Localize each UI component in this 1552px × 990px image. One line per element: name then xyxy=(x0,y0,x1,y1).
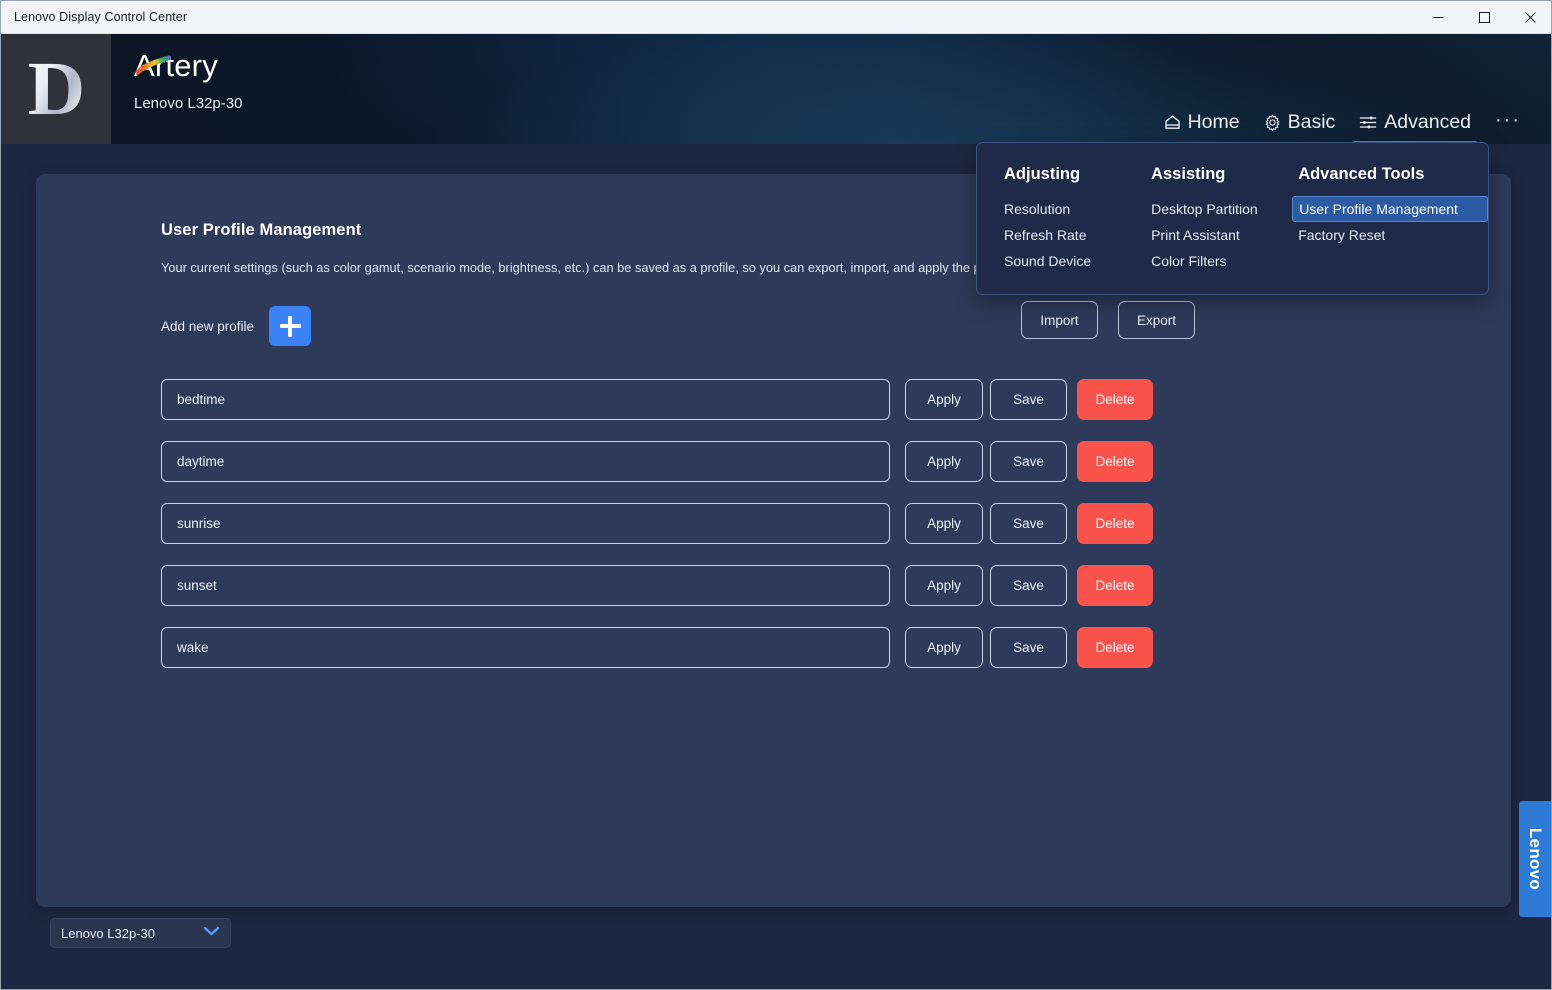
app-window: Lenovo Display Control Center D Artery L… xyxy=(0,0,1552,990)
profile-list: ApplySaveDeleteApplySaveDeleteApplySaveD… xyxy=(161,379,1153,668)
profile-row: ApplySaveDelete xyxy=(161,627,1153,668)
menu-item-color-filters[interactable]: Color Filters xyxy=(1145,248,1298,274)
menu-item-refresh-rate[interactable]: Refresh Rate xyxy=(998,222,1151,248)
nav-overflow-button[interactable]: ··· xyxy=(1483,104,1531,144)
menu-column-heading: Assisting xyxy=(1151,165,1226,183)
app-header: D Artery Lenovo L32p-30 Home xyxy=(1,34,1551,144)
nav-label-advanced: Advanced xyxy=(1384,111,1472,133)
top-navigation: Home Basic Advanced ··· xyxy=(1152,104,1531,144)
add-profile-label: Add new profile xyxy=(161,318,255,334)
save-button[interactable]: Save xyxy=(990,627,1067,668)
delete-button[interactable]: Delete xyxy=(1077,379,1153,420)
profile-name-input[interactable] xyxy=(161,565,890,606)
menu-column: Adjusting Resolution Refresh Rate Sound Dev… xyxy=(1004,165,1151,294)
window-title: Lenovo Display Control Center xyxy=(14,10,188,24)
save-button[interactable]: Save xyxy=(990,503,1067,544)
menu-column-heading: Adjusting xyxy=(1004,165,1081,183)
minimize-button[interactable] xyxy=(1415,1,1461,34)
nav-item-advanced[interactable]: Advanced xyxy=(1347,105,1483,144)
menu-column: Assisting Desktop Partition Print Assistan… xyxy=(1151,165,1298,294)
brand-rest: rtery xyxy=(154,48,218,83)
menu-item-print-assistant[interactable]: Print Assistant xyxy=(1145,222,1298,248)
delete-button[interactable]: Delete xyxy=(1077,565,1153,606)
profile-name-input[interactable] xyxy=(161,379,890,420)
nav-item-basic[interactable]: Basic xyxy=(1252,105,1348,144)
profile-row: ApplySaveDelete xyxy=(161,441,1153,482)
profile-row: ApplySaveDelete xyxy=(161,379,1153,420)
menu-item-sound-device[interactable]: Sound Device xyxy=(998,248,1151,274)
import-export-group: Import Export xyxy=(1021,301,1195,339)
menu-column: Advanced Tools User Profile Management Fac… xyxy=(1292,165,1488,294)
title-bar: Lenovo Display Control Center xyxy=(1,1,1551,34)
apply-button[interactable]: Apply xyxy=(905,379,983,420)
brand-block: Artery Lenovo L32p-30 xyxy=(134,50,242,112)
apply-button[interactable]: Apply xyxy=(905,627,983,668)
close-button[interactable] xyxy=(1507,1,1551,34)
delete-button[interactable]: Delete xyxy=(1077,627,1153,668)
monitor-select-value: Lenovo L32p-30 xyxy=(61,925,155,941)
lenovo-side-tab-label: Lenovo xyxy=(1526,827,1545,891)
menu-column-heading: Advanced Tools xyxy=(1298,165,1425,183)
apply-button[interactable]: Apply xyxy=(905,565,983,606)
profile-row: ApplySaveDelete xyxy=(161,503,1153,544)
monitor-select[interactable]: Lenovo L32p-30 xyxy=(50,918,231,948)
nav-label-home: Home xyxy=(1187,111,1240,133)
app-logo-letter: D xyxy=(27,47,85,131)
import-button[interactable]: Import xyxy=(1021,301,1098,339)
apply-button[interactable]: Apply xyxy=(905,441,983,482)
home-icon xyxy=(1164,114,1181,131)
delete-button[interactable]: Delete xyxy=(1077,441,1153,482)
nav-label-basic: Basic xyxy=(1287,111,1336,133)
gear-icon xyxy=(1264,114,1281,131)
brand-name: Artery xyxy=(134,50,242,81)
save-button[interactable]: Save xyxy=(990,565,1067,606)
menu-item-factory-reset[interactable]: Factory Reset xyxy=(1292,222,1488,248)
nav-item-home[interactable]: Home xyxy=(1152,105,1252,144)
menu-item-desktop-partition[interactable]: Desktop Partition xyxy=(1145,196,1298,222)
profile-row: ApplySaveDelete xyxy=(161,565,1153,606)
plus-icon xyxy=(279,315,301,337)
save-button[interactable]: Save xyxy=(990,379,1067,420)
monitor-model-label: Lenovo L32p-30 xyxy=(134,95,243,112)
add-profile-button[interactable] xyxy=(269,306,312,346)
app-logo: D xyxy=(1,34,111,144)
profile-name-input[interactable] xyxy=(161,627,890,668)
add-profile-row: Add new profile xyxy=(161,306,312,346)
apply-button[interactable]: Apply xyxy=(905,503,983,544)
profile-name-input[interactable] xyxy=(161,503,890,544)
advanced-dropdown-menu: Adjusting Resolution Refresh Rate Sound Dev… xyxy=(976,142,1489,295)
delete-button[interactable]: Delete xyxy=(1077,503,1153,544)
export-button[interactable]: Export xyxy=(1118,301,1195,339)
chevron-down-icon xyxy=(203,924,220,942)
profile-name-input[interactable] xyxy=(161,441,890,482)
menu-item-user-profile-management[interactable]: User Profile Management xyxy=(1292,196,1488,222)
lenovo-side-tab[interactable]: Lenovo xyxy=(1519,801,1551,917)
page-title: User Profile Management xyxy=(161,221,362,239)
maximize-button[interactable] xyxy=(1461,1,1507,34)
menu-item-resolution[interactable]: Resolution xyxy=(998,196,1151,222)
sliders-icon xyxy=(1359,114,1377,131)
save-button[interactable]: Save xyxy=(990,441,1067,482)
window-controls xyxy=(1415,1,1551,34)
